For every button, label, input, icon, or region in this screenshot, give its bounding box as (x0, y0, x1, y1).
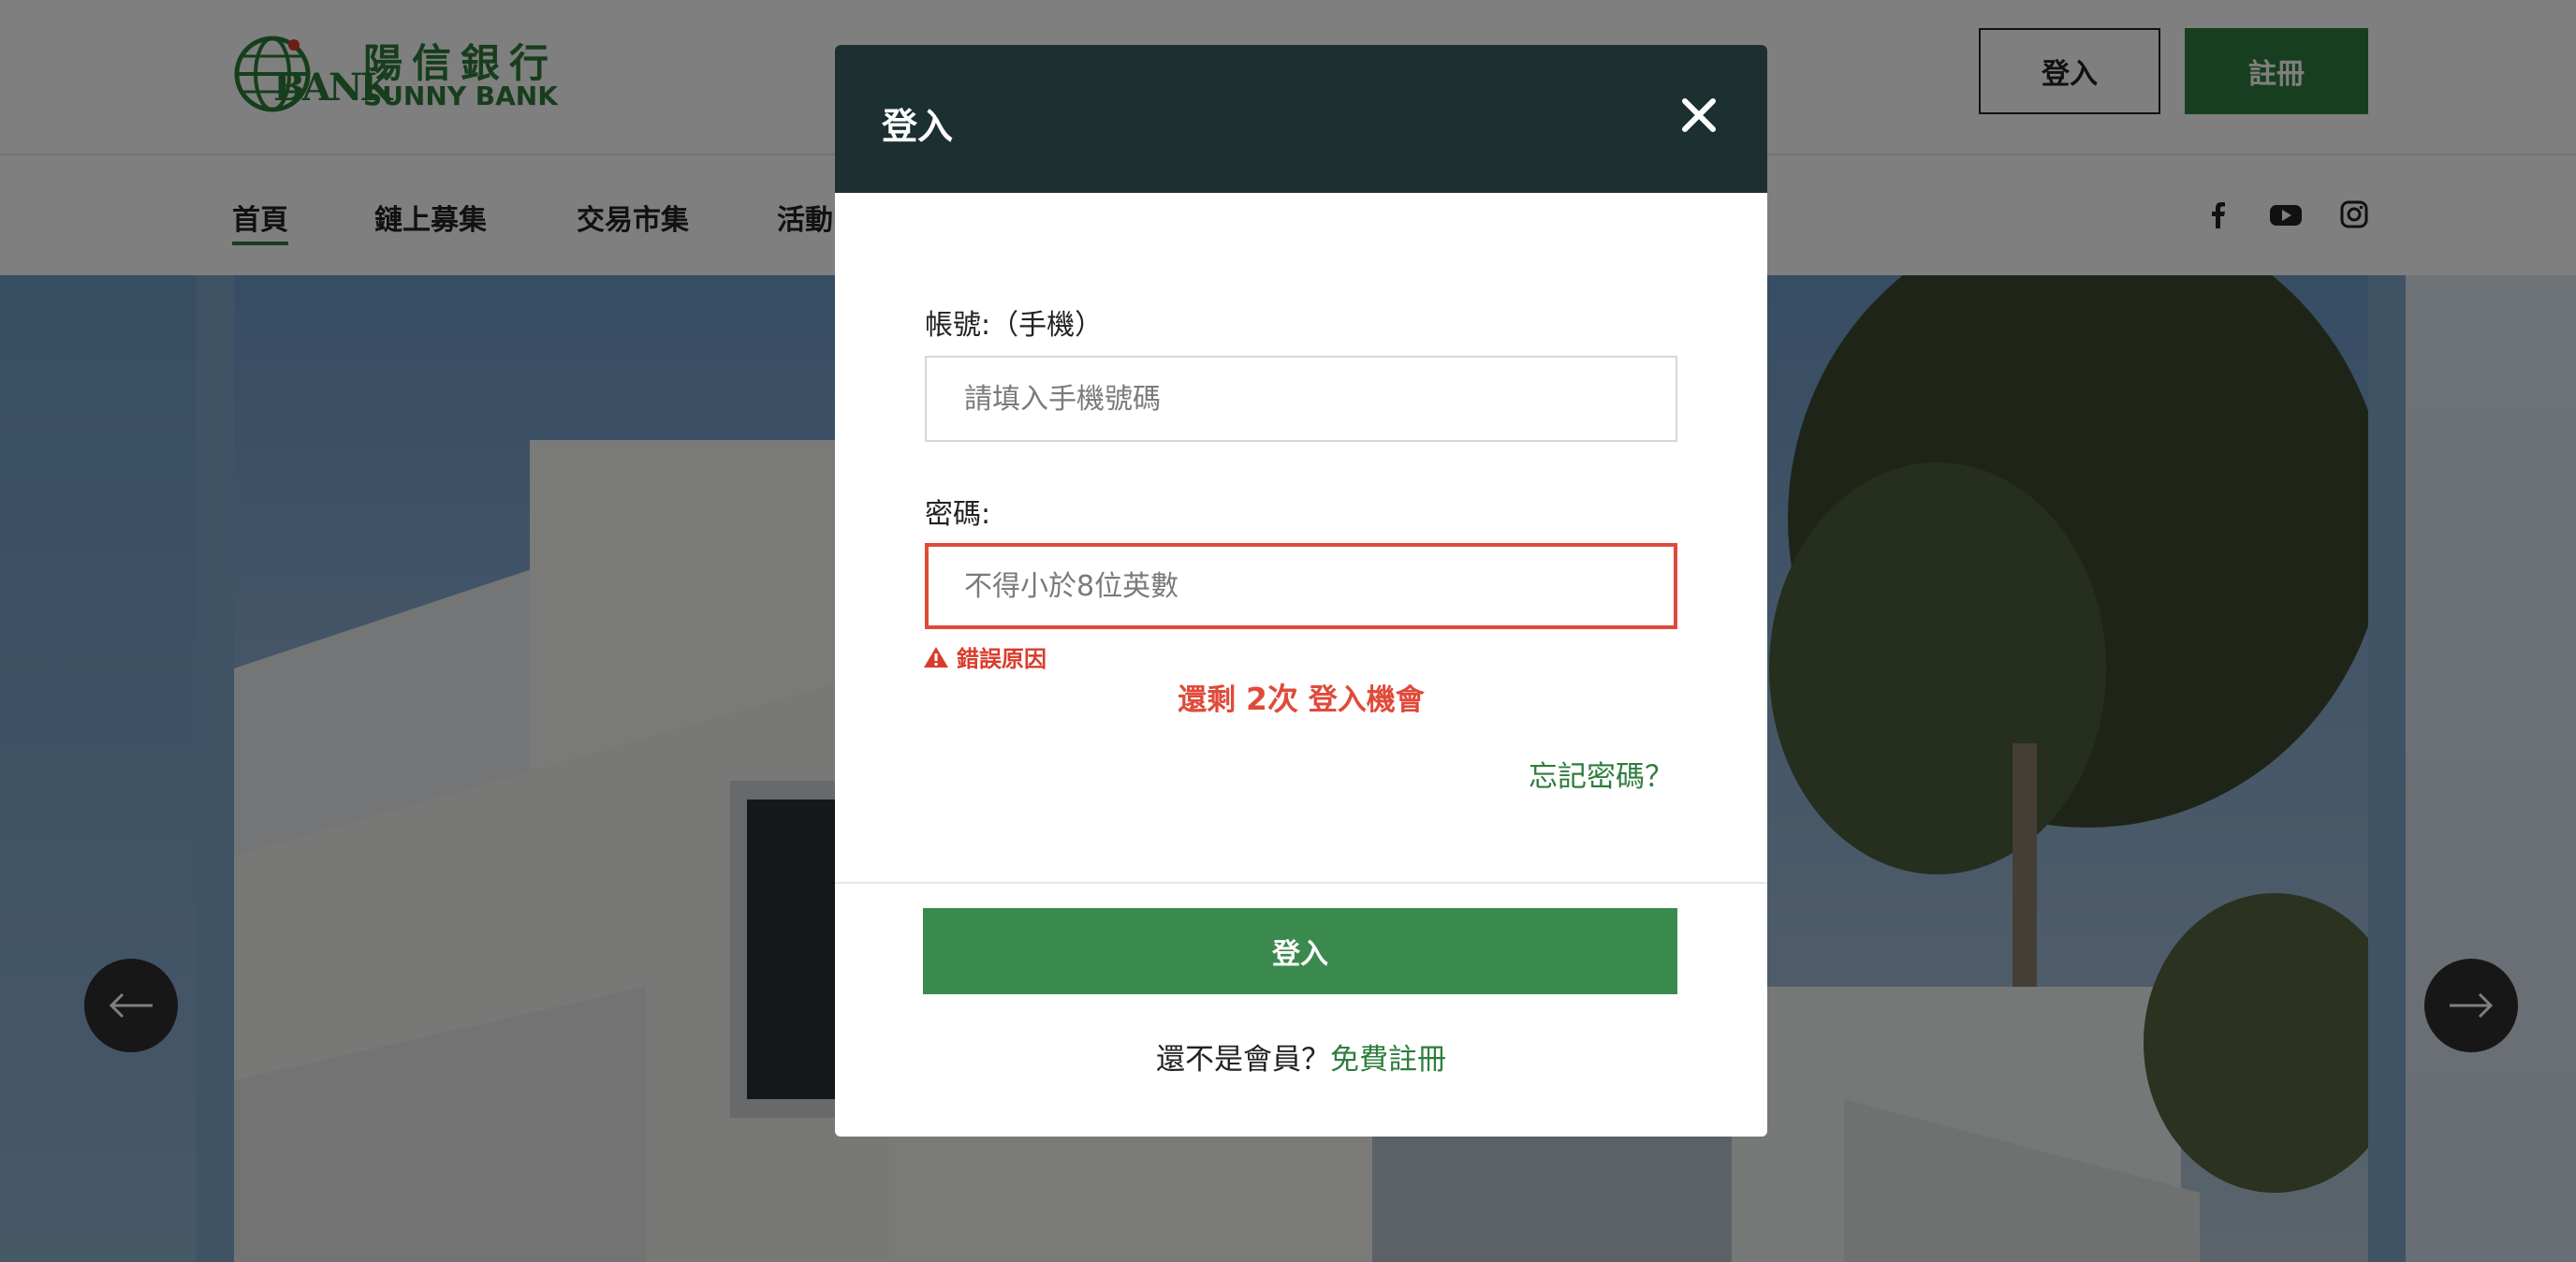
modal-divider (835, 882, 1767, 884)
error-reason-text: 錯誤原因 (957, 646, 1046, 672)
modal-header: 登入 (835, 45, 1767, 193)
password-label: 密碼: (925, 498, 991, 531)
account-phone-input[interactable] (925, 356, 1677, 442)
account-label: 帳號:（手機） (925, 309, 1104, 342)
close-icon (1682, 98, 1716, 132)
signup-prompt-text: 還不是會員？ (1156, 1043, 1330, 1077)
free-signup-link[interactable]: 免費註冊 (1330, 1043, 1446, 1077)
modal-close-button[interactable] (1674, 90, 1724, 140)
page: BANK 陽信銀行 SUNNY BANK 登入 註冊 首頁 鏈上募集 交易市集 … (0, 0, 2576, 1262)
modal-title: 登入 (882, 106, 954, 147)
warning-icon (924, 646, 948, 668)
signup-prompt: 還不是會員？免費註冊 (835, 1035, 1767, 1078)
forgot-password-link[interactable]: 忘記密碼？ (1529, 753, 1674, 795)
password-input[interactable] (925, 543, 1677, 629)
password-error: 錯誤原因 (923, 640, 1046, 673)
attempts-suffix: 登入機會 (1297, 683, 1425, 717)
attempts-count: 2次 (1246, 681, 1298, 717)
login-modal: 登入 帳號:（手機） 密碼: 錯誤原因 還剩 2次 登入機會 忘記密碼？ 登入 (835, 45, 1767, 1137)
attempts-prefix: 還剩 (1178, 683, 1247, 717)
remaining-attempts: 還剩 2次 登入機會 (835, 674, 1767, 719)
login-submit-button[interactable]: 登入 (923, 908, 1677, 994)
